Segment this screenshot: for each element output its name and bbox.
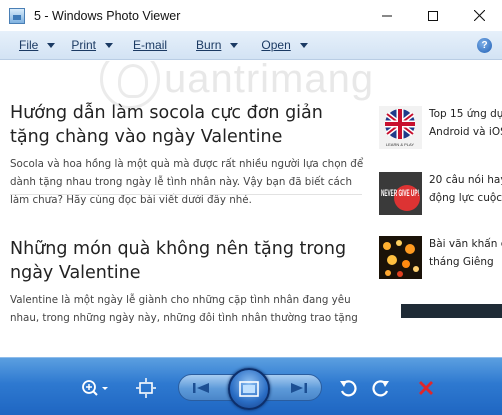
menu-burn[interactable]: Burn [196,38,239,52]
menu-file[interactable]: File [19,38,56,52]
maximize-button[interactable] [410,0,456,31]
menu-print[interactable]: Print [71,38,114,52]
article-2-body: Valentine là một ngày lễ giành cho những… [10,294,358,324]
chevron-down-icon [299,42,308,48]
previous-button[interactable] [188,378,216,398]
window-title: 5 - Windows Photo Viewer [34,8,181,23]
sidebar-thumb-3 [379,236,422,279]
previous-icon [193,383,209,393]
menu-email-label: E-mail [133,38,168,52]
actual-size-icon [136,378,156,398]
rotate-counterclockwise-button[interactable] [336,376,360,400]
lanterns-photo-icon [379,236,422,279]
slideshow-icon [239,381,259,397]
article-1: Hướng dẫn làm socola cực đơn giản tặng c… [10,101,365,209]
maximize-icon [428,10,438,21]
next-button[interactable] [284,378,312,398]
rotate-clockwise-button[interactable] [369,376,393,400]
sidebar-thumb-2-text: NEVER GIVE UP! [381,188,419,198]
dark-strip [401,304,502,318]
delete-icon [419,381,433,395]
menu-open[interactable]: Open [261,38,308,52]
chevron-down-icon [47,42,56,48]
close-icon [473,10,485,21]
article-2-title: Những món quà không nên tặng trong ngày … [10,239,347,283]
sidebar-item-3-line2: tháng Giêng [429,256,494,268]
slideshow-button[interactable] [228,368,270,410]
sidebar-item-3-line1: Bài văn khấn c [429,238,502,250]
sidebar-item-2-line2: động lực cuộc [429,192,502,204]
photo-viewport[interactable]: uantrimang Hướng dẫn làm socola cực đơn … [0,61,502,357]
sidebar-item-1-line2: Android và iOS [429,126,502,138]
sidebar-thumb-1-text: LEARN & PLAY [386,142,414,147]
sidebar-thumb-1: LEARN & PLAY [379,106,422,149]
menu-open-label: Open [261,38,291,52]
article-2: Những món quà không nên tặng trong ngày … [10,237,365,327]
minimize-button[interactable] [364,0,410,31]
next-icon [291,383,307,393]
zoom-button[interactable] [78,376,112,400]
menu-burn-label: Burn [196,38,222,52]
sidebar-item-2-line1: 20 câu nói hay [429,174,502,186]
photo-viewer-app-icon [9,7,25,24]
divider [10,194,362,195]
sidebar-thumb-2: NEVER GIVE UP! [379,172,422,215]
close-button[interactable] [456,0,502,31]
sidebar-item-1-line1: Top 15 ứng dụ [429,108,502,120]
bottom-toolbar [0,357,502,415]
menu-email[interactable]: E-mail [133,38,167,52]
help-button[interactable]: ? [477,38,492,53]
watermark-text: uantrimang [164,61,375,101]
article-1-title: Hướng dẫn làm socola cực đơn giản tặng c… [10,103,323,147]
menu-file-label: File [19,38,39,52]
actual-size-button[interactable] [134,376,158,400]
minimize-icon [382,15,392,16]
title-bar: 5 - Windows Photo Viewer [0,0,502,31]
motivation-poster-icon: NEVER GIVE UP! [379,172,422,215]
uk-flag-icon: LEARN & PLAY [385,109,415,147]
chevron-down-icon [105,42,114,48]
rotate-counterclockwise-icon [340,380,357,397]
menu-print-label: Print [71,38,97,52]
chevron-down-icon [230,42,239,48]
article-1-body: Socola và hoa hồng là một quà mà được rấ… [10,158,364,206]
rotate-clockwise-icon [372,380,389,397]
delete-button[interactable] [414,376,438,400]
zoom-icon [82,380,108,396]
menu-bar: File Print E-mail Burn Open ? [0,31,502,60]
